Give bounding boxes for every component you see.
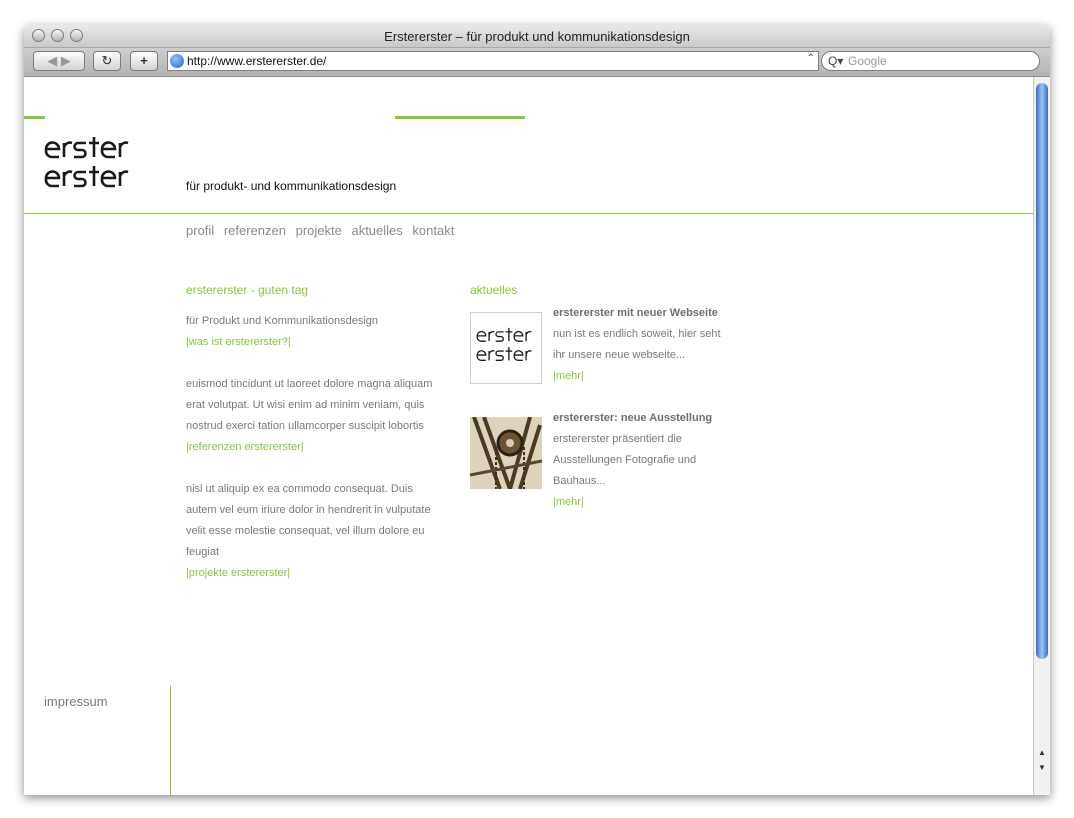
search-icon[interactable]: Q▾	[828, 54, 843, 68]
reload-icon: ↻	[101, 53, 113, 68]
news-text: erstererster präsentiert die Ausstellung…	[553, 433, 697, 487]
nav-item-referenzen[interactable]: referenzen	[224, 223, 286, 238]
erstererster-logo[interactable]	[44, 135, 134, 191]
intro-paragraph-1: euismod tincidunt ut laoreet dolore magn…	[186, 378, 433, 432]
impressum-link[interactable]: impressum	[44, 694, 108, 709]
site-tagline: für produkt- und kommunikationsdesign	[186, 179, 397, 193]
page-viewport: für produkt- und kommunikationsdesign pr…	[24, 77, 1033, 795]
accent-bar-left	[24, 116, 45, 119]
forward-arrow-icon[interactable]: ▶	[61, 53, 71, 68]
window-title: Erstererster – für produkt und kommunika…	[384, 29, 690, 44]
back-arrow-icon[interactable]: ◀	[47, 53, 57, 68]
news-thumbnail-photo[interactable]	[470, 417, 542, 489]
rss-toggle-icon[interactable]: ⌃	[807, 53, 815, 64]
vertical-scrollbar[interactable]: ▲ ▼	[1033, 77, 1050, 795]
scroll-down-icon[interactable]: ▼	[1036, 762, 1048, 774]
nav-item-aktuelles[interactable]: aktuelles	[351, 223, 402, 238]
back-forward-buttons[interactable]: ◀ ▶	[33, 51, 85, 71]
nav-item-profil[interactable]: profil	[186, 223, 214, 238]
news-title[interactable]: erstererster mit neuer Webseite	[553, 303, 733, 324]
intro-paragraph-2: nisl ut aliquip ex ea commodo consequat.…	[186, 483, 431, 558]
globe-icon	[170, 54, 184, 68]
intro-heading: erstererster - guten tag	[186, 283, 309, 297]
scrollbar-thumb[interactable]	[1036, 83, 1048, 659]
accent-bar-center	[395, 116, 525, 119]
news-thumbnail-logo[interactable]	[470, 312, 542, 384]
news-more-link[interactable]: |mehr|	[553, 492, 733, 513]
title-bar: Erstererster – für produkt und kommunika…	[24, 25, 1050, 48]
intro-section: für Produkt und Kommunikationsdesign |wa…	[186, 311, 444, 584]
add-bookmark-button[interactable]: +	[130, 51, 158, 71]
search-placeholder: Google	[848, 54, 887, 68]
reload-button[interactable]: ↻	[93, 51, 121, 71]
plus-icon: +	[140, 53, 148, 68]
header-divider	[24, 213, 1033, 214]
news-body: erstererster: neue Ausstellung ersterers…	[553, 408, 733, 513]
nav-item-kontakt[interactable]: kontakt	[412, 223, 454, 238]
news-heading: aktuelles	[470, 283, 518, 297]
main-nav: profil referenzen projekte aktuelles kon…	[186, 223, 460, 238]
news-text: nun ist es endlich soweit, hier seht ihr…	[553, 328, 721, 361]
scroll-up-icon[interactable]: ▲	[1036, 747, 1048, 759]
was-ist-link[interactable]: |was ist erstererster?|	[186, 332, 444, 353]
news-more-link[interactable]: |mehr|	[553, 366, 733, 387]
projekte-link[interactable]: |projekte erstererster|	[186, 563, 444, 584]
referenzen-link[interactable]: |referenzen erstererster|	[186, 437, 444, 458]
browser-toolbar: ◀ ▶ ↻ + http://www.erstererster.de/ ⌃ Q▾…	[24, 48, 1050, 77]
news-title[interactable]: erstererster: neue Ausstellung	[553, 408, 733, 429]
footer-divider	[170, 686, 171, 795]
address-text[interactable]: http://www.erstererster.de/	[187, 54, 326, 68]
browser-window: Erstererster – für produkt und kommunika…	[24, 25, 1050, 795]
nav-item-projekte[interactable]: projekte	[296, 223, 342, 238]
search-field[interactable]: Q▾ Google	[821, 51, 1040, 71]
intro-subtitle: für Produkt und Kommunikationsdesign	[186, 315, 378, 327]
address-bar[interactable]: http://www.erstererster.de/ ⌃	[167, 51, 819, 71]
news-body: erstererster mit neuer Webseite nun ist …	[553, 303, 733, 387]
